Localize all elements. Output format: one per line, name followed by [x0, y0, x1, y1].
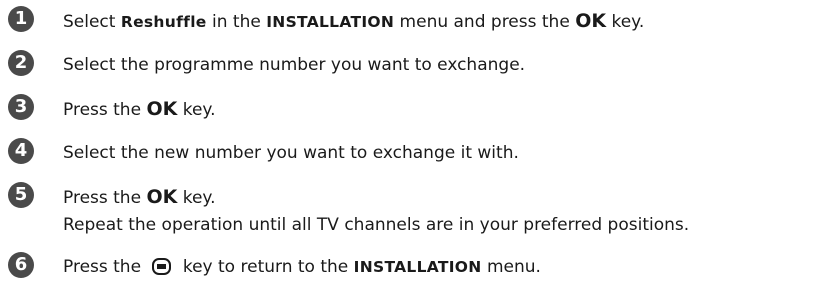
step-number-2: 2: [8, 50, 34, 76]
step-number-5: 5: [8, 182, 34, 208]
step-5-note: Repeat the operation until all TV channe…: [63, 215, 690, 235]
menu-key-icon: [152, 258, 172, 275]
reshuffle-label: Reshuffle: [120, 13, 207, 31]
instruction-steps: 1 Select Reshuffle in the INSTALLATION m…: [0, 0, 836, 282]
step-number-1: 1: [8, 6, 34, 32]
ok-key-label: OK: [146, 186, 178, 208]
step-number-4: 4: [8, 138, 34, 164]
step-text-6: Press the key to return to the INSTALLAT…: [63, 257, 541, 277]
step-text-2: Select the programme number you want to …: [63, 55, 526, 75]
installation-label: INSTALLATION: [353, 258, 482, 276]
step-text-3: Press the OK key.: [63, 98, 216, 120]
step-text-5: Press the OK key. Repeat the operation un…: [63, 186, 690, 235]
installation-label: INSTALLATION: [266, 13, 395, 31]
step-number-3: 3: [8, 94, 34, 120]
ok-key-label: OK: [575, 10, 607, 32]
ok-key-label: OK: [146, 98, 178, 120]
step-text-4: Select the new number you want to exchan…: [63, 143, 519, 163]
step-number-6: 6: [8, 252, 34, 278]
step-text-1: Select Reshuffle in the INSTALLATION men…: [63, 10, 645, 32]
